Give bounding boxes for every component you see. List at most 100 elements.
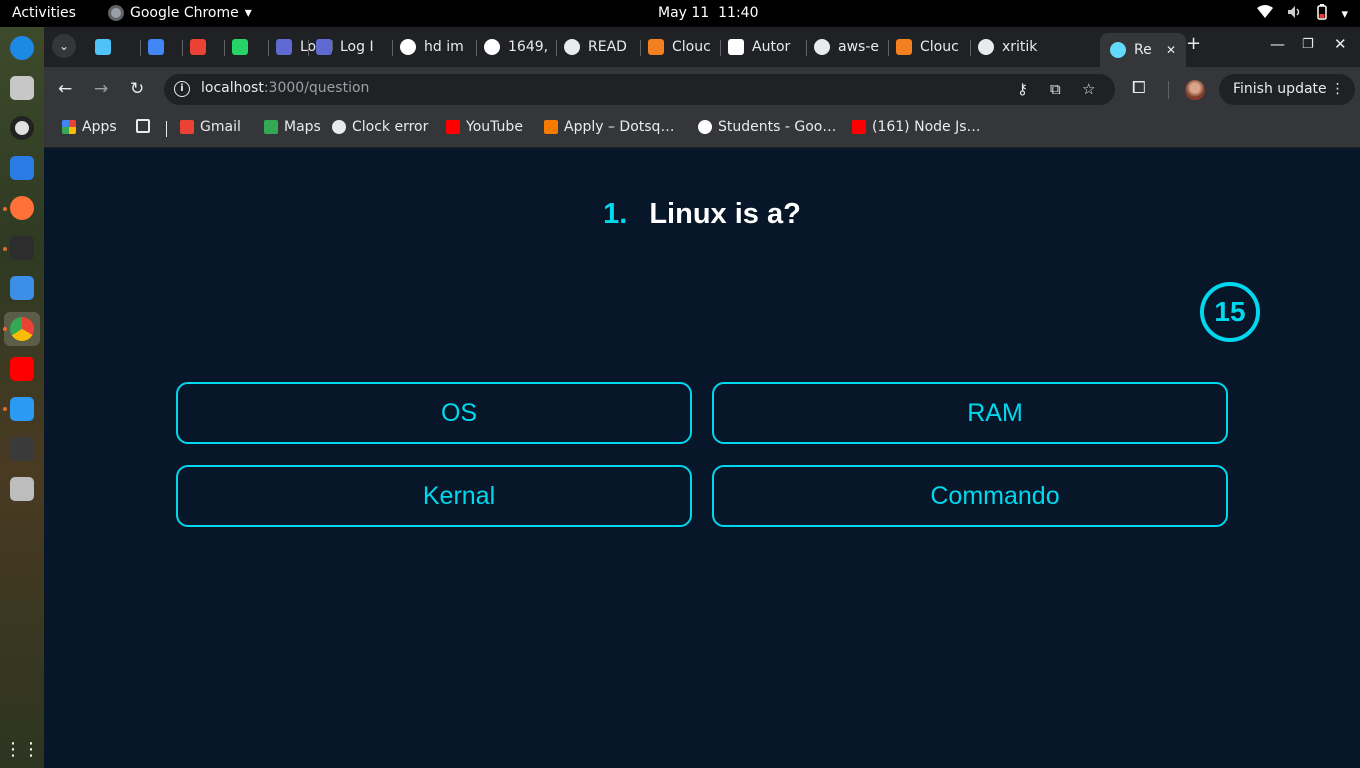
password-key-icon[interactable]: ⚷ — [1017, 80, 1028, 98]
bookmark-label: Gmail — [200, 119, 241, 135]
tab-label: 1649, — [508, 39, 549, 55]
google-icon — [400, 39, 416, 55]
writer-icon[interactable] — [10, 156, 34, 180]
app-menu[interactable]: Google Chrome ▾ — [108, 5, 252, 21]
vscode-icon[interactable] — [10, 397, 34, 421]
tab-label: xritik — [1002, 39, 1038, 55]
terminal-icon[interactable] — [10, 236, 34, 260]
restore-button[interactable]: ❐ — [1302, 37, 1314, 52]
time: 11:40 — [718, 5, 759, 21]
rhythmbox-icon[interactable] — [10, 116, 34, 140]
tab-active[interactable]: Re ✕ — [1100, 33, 1186, 67]
tab[interactable]: xritik — [978, 35, 1046, 59]
tab[interactable] — [148, 35, 170, 59]
answer-option-os[interactable]: OS — [176, 382, 692, 444]
weather-icon — [95, 39, 111, 55]
dotsquares-icon — [544, 120, 558, 134]
browser-toolbar: ← → ↻ i localhost:3000/question ⚷ ⧉ ☆ ⧠ … — [44, 67, 1360, 111]
tab[interactable]: Autor — [728, 35, 796, 59]
dock: ⋮⋮ — [0, 27, 44, 768]
answer-option-commando[interactable]: Commando — [712, 465, 1228, 527]
url-host: localhost — [201, 80, 264, 96]
youtube-icon — [852, 120, 866, 134]
tab[interactable]: Log I — [316, 35, 384, 59]
thunderbird-icon[interactable] — [10, 36, 34, 60]
bookmark-item[interactable]: YouTube — [446, 119, 523, 135]
minimize-button[interactable]: — — [1270, 35, 1285, 53]
running-indicator — [3, 247, 7, 251]
google-icon — [484, 39, 500, 55]
close-window-button[interactable]: ✕ — [1334, 35, 1347, 53]
youtube-icon[interactable] — [10, 357, 34, 381]
chrome-icon[interactable] — [10, 317, 34, 341]
bookmark-item[interactable]: Students - Goo… — [698, 119, 836, 135]
tab-label: Autor — [752, 39, 791, 55]
tab-separator — [140, 40, 141, 56]
bookmark-item[interactable]: Maps — [264, 119, 321, 135]
new-tab-button[interactable]: + — [1186, 33, 1201, 54]
tab[interactable]: Clouc — [648, 35, 716, 59]
countdown-timer: 15 — [1200, 282, 1260, 342]
github-icon — [978, 39, 994, 55]
bookmark-label: YouTube — [466, 119, 523, 135]
tab[interactable] — [190, 35, 212, 59]
bookmark-item[interactable]: (161) Node Js… — [852, 119, 981, 135]
tab-separator — [970, 40, 971, 56]
firefox-icon[interactable] — [10, 196, 34, 220]
tab-separator — [224, 40, 225, 56]
tab-separator — [640, 40, 641, 56]
tab[interactable]: hd im — [400, 35, 468, 59]
bookmark-item[interactable]: Apps — [62, 119, 117, 135]
bookmark-item[interactable]: Apply – Dotsq… — [544, 119, 674, 135]
bookmark-item[interactable]: Clock error — [332, 119, 428, 135]
cloudflare-icon — [648, 39, 664, 55]
files-icon[interactable] — [10, 76, 34, 100]
tab[interactable]: aws-e — [814, 35, 882, 59]
gmail-icon — [190, 39, 206, 55]
answer-option-ram[interactable]: RAM — [712, 382, 1228, 444]
more-menu-icon: ⋮ — [1330, 81, 1345, 97]
tab-separator — [476, 40, 477, 56]
bookmark-item[interactable]: Gmail — [180, 119, 241, 135]
tab[interactable] — [95, 35, 117, 59]
bookmark-star-icon[interactable]: ☆ — [1082, 80, 1095, 98]
bookmark-item[interactable] — [136, 119, 150, 133]
tab-separator — [806, 40, 807, 56]
calendar-icon — [148, 39, 164, 55]
github-icon — [814, 39, 830, 55]
install-app-icon[interactable]: ⧉ — [1050, 80, 1061, 98]
tab-search-button[interactable]: ⌄ — [52, 34, 76, 58]
globe-icon — [332, 120, 346, 134]
system-tray[interactable]: ▾ — [1257, 4, 1348, 24]
tab[interactable]: Clouc — [896, 35, 964, 59]
forward-button[interactable]: → — [94, 79, 108, 99]
tab-separator — [392, 40, 393, 56]
text-editor-icon[interactable] — [10, 276, 34, 300]
bookmark-label: Maps — [284, 119, 321, 135]
close-tab-icon[interactable]: ✕ — [1166, 43, 1176, 57]
tab-separator — [308, 40, 309, 56]
avatar[interactable] — [1185, 80, 1205, 100]
site-info-icon[interactable]: i — [174, 81, 190, 97]
answer-option-kernal[interactable]: Kernal — [176, 465, 692, 527]
chevron-down-icon: ▾ — [244, 5, 252, 21]
reload-button[interactable]: ↻ — [130, 79, 144, 99]
medium-icon — [728, 39, 744, 55]
maps-icon — [264, 120, 278, 134]
clock[interactable]: May 11 11:40 — [658, 5, 758, 21]
extensions-icon[interactable]: ⧠ — [1132, 78, 1146, 98]
tab-separator — [888, 40, 889, 56]
address-bar[interactable]: i localhost:3000/question ⚷ ⧉ ☆ — [164, 74, 1115, 105]
tab[interactable] — [232, 35, 254, 59]
activities-button[interactable]: Activities — [12, 5, 76, 21]
url-path: :3000/question — [263, 80, 370, 96]
tab-separator — [268, 40, 269, 56]
calculator-icon[interactable] — [10, 477, 34, 501]
tab[interactable]: READ — [564, 35, 632, 59]
show-apps-icon[interactable]: ⋮⋮ — [4, 737, 40, 761]
system-monitor-icon[interactable] — [10, 437, 34, 461]
tab-label: Re — [1134, 42, 1152, 58]
tab[interactable]: 1649, — [484, 35, 552, 59]
finish-update-button[interactable]: Finish update ⋮ — [1219, 74, 1355, 105]
back-button[interactable]: ← — [58, 79, 72, 99]
